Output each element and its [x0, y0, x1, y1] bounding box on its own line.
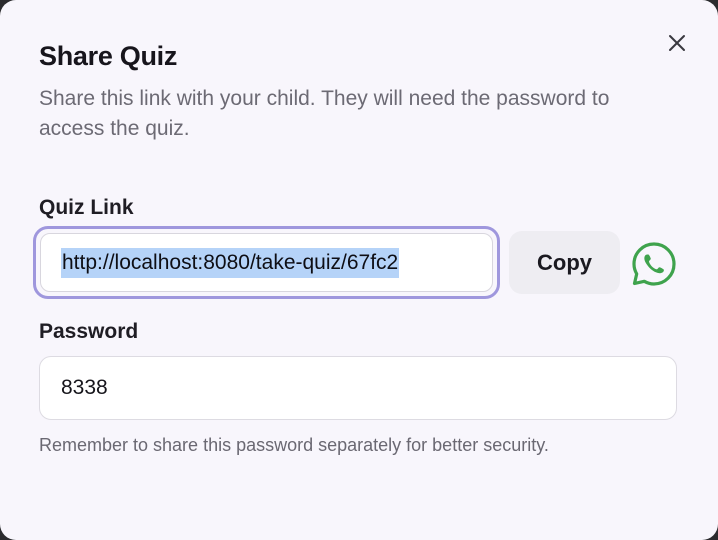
quiz-link-label: Quiz Link [39, 196, 134, 219]
password-value: 8338 [61, 376, 108, 399]
quiz-link-input[interactable]: http://localhost:8080/take-quiz/67fc2 [40, 233, 493, 292]
quiz-link-value: http://localhost:8080/take-quiz/67fc2 [61, 247, 400, 278]
copy-button[interactable]: Copy [509, 231, 620, 294]
password-hint: Remember to share this password separate… [39, 435, 549, 455]
quiz-link-focus-ring: http://localhost:8080/take-quiz/67fc2 [33, 226, 500, 299]
whatsapp-icon [632, 242, 676, 286]
password-field[interactable]: 8338 [39, 356, 677, 420]
close-icon [669, 35, 685, 51]
password-label: Password [39, 320, 139, 343]
dialog-title: Share Quiz [39, 41, 178, 71]
dialog-description: Share this link with your child. They wi… [39, 87, 610, 140]
share-quiz-dialog: Share Quiz Share this link with your chi… [0, 0, 718, 540]
close-button[interactable] [664, 30, 690, 56]
whatsapp-share-button[interactable] [630, 240, 678, 288]
